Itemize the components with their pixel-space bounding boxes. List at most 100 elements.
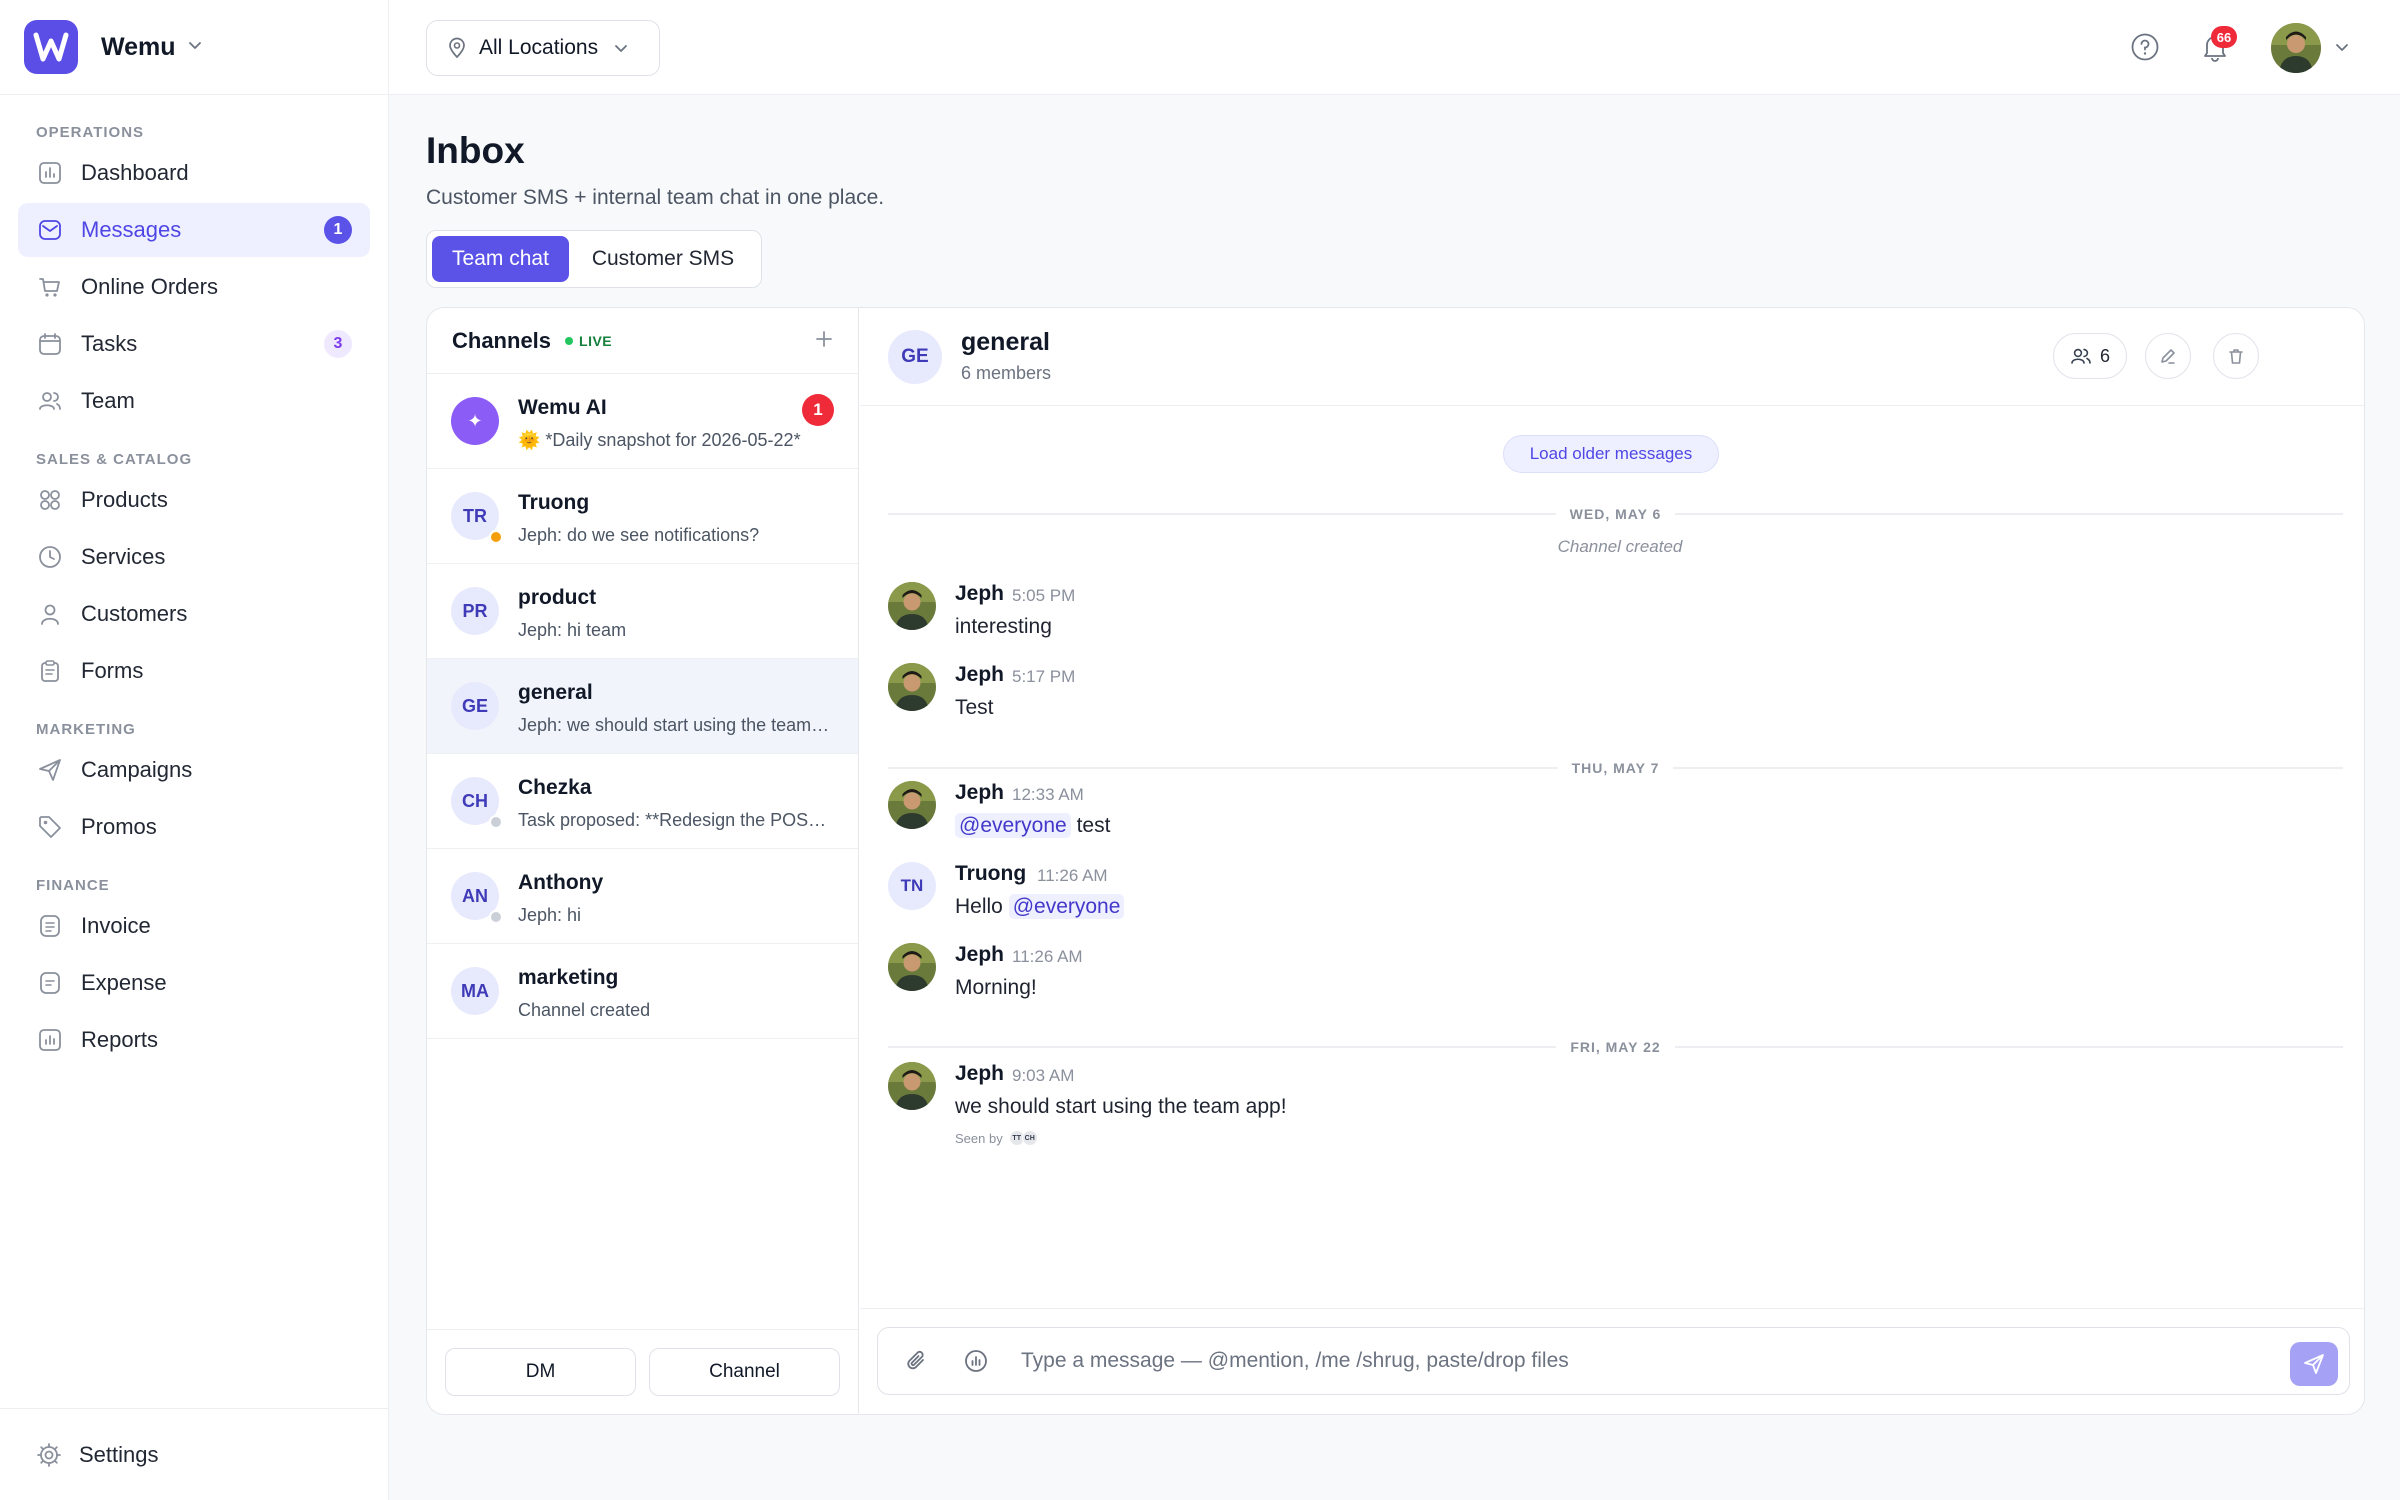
edit-button[interactable] <box>2145 333 2191 379</box>
sidebar-item-label: Products <box>81 487 168 512</box>
channel-item-marketing[interactable]: MA marketing Channel created <box>427 944 858 1039</box>
avatar[interactable] <box>2271 23 2321 73</box>
trash-icon <box>2226 346 2246 366</box>
sidebar-item-promos[interactable]: Promos <box>18 800 370 854</box>
poll-icon[interactable] <box>963 1348 989 1374</box>
sidebar-item-dashboard[interactable]: Dashboard <box>18 146 370 200</box>
channel-list-header: Channels LIVE <box>427 308 858 374</box>
brand-header[interactable]: Wemu <box>0 0 388 95</box>
composer-area <box>860 1308 2364 1414</box>
channel-preview: Task proposed: **Redesign the POS screen… <box>518 810 830 830</box>
channel-item-chezka[interactable]: CH Chezka Task proposed: **Redesign the … <box>427 754 858 849</box>
date-label: THU, MAY 7 <box>1571 760 1660 776</box>
message-body: Hello <box>955 895 1003 918</box>
avatar[interactable] <box>888 663 936 711</box>
chat-pane: GE general 6 members 6 Load older messag… <box>860 308 2364 1414</box>
members-button[interactable]: 6 <box>2053 333 2127 379</box>
sidebar-item-settings[interactable]: Settings <box>0 1408 388 1500</box>
presence-indicator <box>489 530 503 544</box>
avatar[interactable] <box>888 943 936 991</box>
message-composer <box>877 1327 2350 1395</box>
pencil-icon <box>2158 346 2178 366</box>
location-label: All Locations <box>479 36 599 59</box>
channel-name: Truong <box>518 491 590 514</box>
channel-name: Chezka <box>518 776 592 799</box>
channels-title: Channels <box>452 327 552 353</box>
message-author: Jeph <box>955 1062 1005 1085</box>
sidebar-item-campaigns[interactable]: Campaigns <box>18 743 370 797</box>
chevron-down-icon[interactable] <box>186 36 204 59</box>
help-icon[interactable] <box>2130 32 2160 62</box>
message-time: 12:33 AM <box>1012 785 1084 804</box>
seen-avatars: TT CH <box>1008 1130 1038 1146</box>
chat-header: GE general 6 members 6 <box>860 308 2364 406</box>
sidebar-item-expense[interactable]: Expense <box>18 956 370 1010</box>
mention-everyone[interactable]: @everyone <box>955 813 1071 838</box>
mention-everyone[interactable]: @everyone <box>1008 894 1125 919</box>
channel-item-truong[interactable]: TR Truong Jeph: do we see notifications? <box>427 469 858 564</box>
avatar[interactable] <box>888 1062 936 1110</box>
channel-item-product[interactable]: PR product Jeph: hi team <box>427 564 858 659</box>
message-text: @everyone test <box>955 813 1110 838</box>
load-older-button[interactable]: Load older messages <box>1503 435 1719 473</box>
sidebar-item-services[interactable]: Services <box>18 530 370 584</box>
new-channel-button[interactable]: Channel <box>649 1348 840 1396</box>
channel-name: Anthony <box>518 871 604 894</box>
channel-item-general[interactable]: GE general Jeph: we should start using t… <box>427 659 858 754</box>
sidebar-item-team[interactable]: Team <box>18 374 370 428</box>
sidebar-item-products[interactable]: Products <box>18 473 370 527</box>
send-icon <box>2302 1352 2326 1376</box>
presence-indicator <box>489 815 503 829</box>
chevron-down-icon <box>612 39 630 57</box>
sidebar-item-label: Invoice <box>81 913 151 938</box>
channel-preview: Jeph: do we see notifications? <box>518 525 760 545</box>
divider <box>888 767 1558 769</box>
channel-name: product <box>518 586 597 609</box>
sidebar-item-messages[interactable]: Messages 1 <box>18 203 370 257</box>
message-text: we should start using the team app! <box>955 1095 1287 1118</box>
chat-title: general <box>961 328 1050 356</box>
sidebar-item-invoice[interactable]: Invoice <box>18 899 370 953</box>
channel-preview: Jeph: we should start using the team app… <box>518 715 830 735</box>
sidebar-item-forms[interactable]: Forms <box>18 644 370 698</box>
channel-preview: Jeph: hi team <box>518 620 627 640</box>
delete-button[interactable] <box>2213 333 2259 379</box>
user-icon <box>36 600 64 628</box>
tab-customer-sms[interactable]: Customer SMS <box>573 236 753 282</box>
send-button[interactable] <box>2290 1342 2338 1386</box>
message-time: 5:17 PM <box>1012 667 1076 686</box>
avatar[interactable]: TN <box>888 862 936 910</box>
sidebar-item-reports[interactable]: Reports <box>18 1013 370 1067</box>
plus-icon[interactable] <box>812 327 836 351</box>
channel-item-wemu-ai[interactable]: ✦ Wemu AI 🌞 *Daily snapshot for 2026-05-… <box>427 374 858 469</box>
live-label: LIVE <box>579 332 613 349</box>
brand-name: Wemu <box>101 32 176 61</box>
sidebar-item-tasks[interactable]: Tasks 3 <box>18 317 370 371</box>
tab-team-chat[interactable]: Team chat <box>432 236 569 282</box>
chevron-down-icon[interactable] <box>2333 38 2351 56</box>
page-title: Inbox <box>426 130 525 171</box>
channel-preview: 🌞 *Daily snapshot for 2026-05-22* <box>518 430 801 450</box>
channel-avatar: GE <box>451 682 499 730</box>
unread-badge: 1 <box>802 394 834 426</box>
sidebar-item-online-orders[interactable]: Online Orders <box>18 260 370 314</box>
seen-avatar: CH <box>1021 1130 1038 1146</box>
paperclip-icon[interactable] <box>904 1348 930 1374</box>
divider <box>1674 1046 2343 1048</box>
channel-name: general <box>518 681 593 704</box>
seen-receipt: Seen by TT CH <box>955 1130 1038 1146</box>
divider <box>1673 767 2343 769</box>
location-select[interactable]: All Locations <box>426 20 660 76</box>
channel-list-footer: DM Channel <box>427 1329 858 1414</box>
map-pin-icon <box>447 37 467 59</box>
reports-icon <box>36 1026 64 1054</box>
settings-label: Settings <box>79 1441 159 1467</box>
new-dm-button[interactable]: DM <box>445 1348 636 1396</box>
sidebar-nav: OPERATIONS Dashboard Messages 1 Online O… <box>0 95 388 1067</box>
message-input[interactable] <box>1021 1342 2221 1380</box>
message-text: Hello @everyone <box>955 894 1125 919</box>
avatar[interactable] <box>888 781 936 829</box>
channel-item-anthony[interactable]: AN Anthony Jeph: hi <box>427 849 858 944</box>
sidebar-item-customers[interactable]: Customers <box>18 587 370 641</box>
avatar[interactable] <box>888 582 936 630</box>
